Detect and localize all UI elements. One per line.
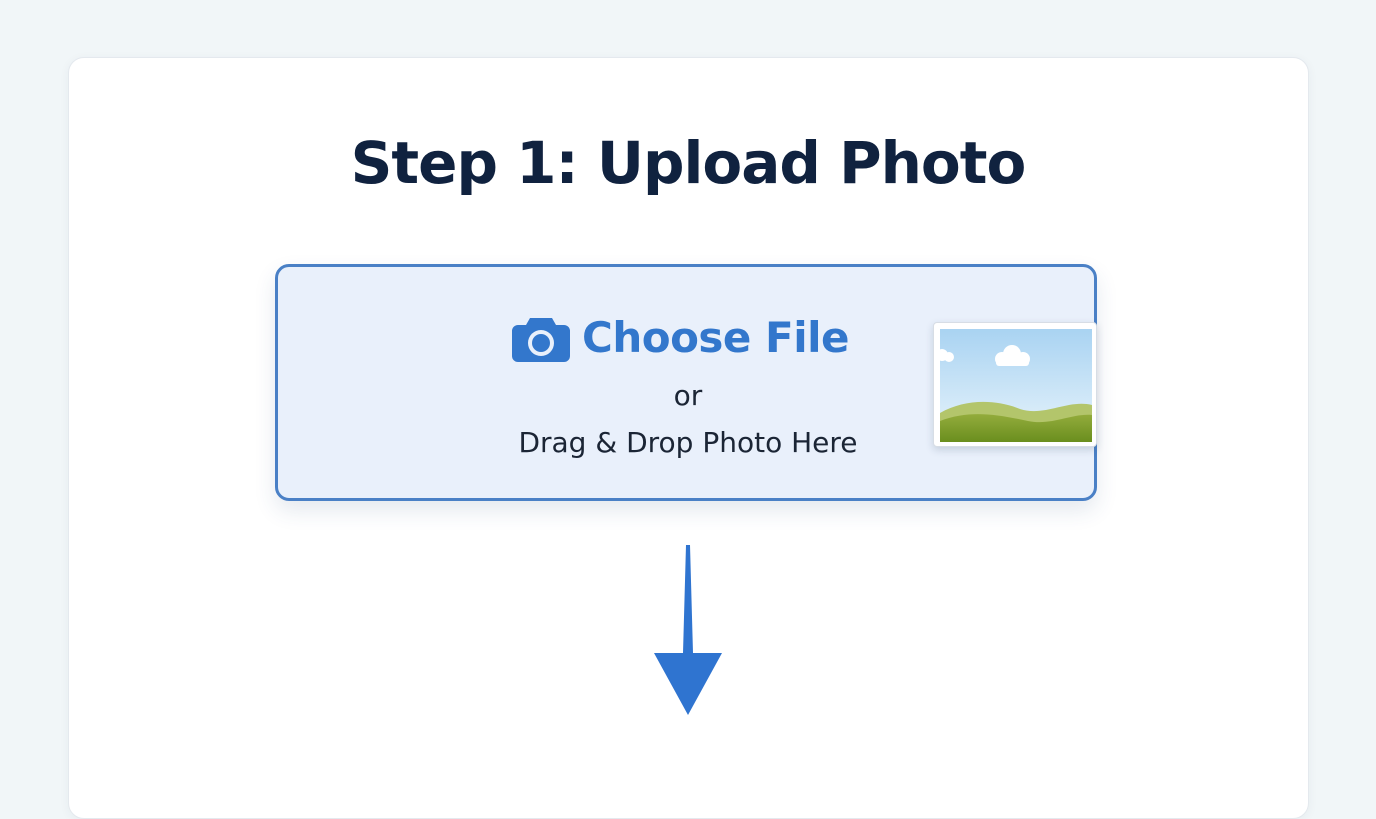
page-title: Step 1: Upload Photo bbox=[350, 129, 1027, 197]
or-separator-text: or bbox=[673, 379, 703, 412]
photo-preview-thumbnail bbox=[933, 322, 1097, 447]
arrow-down-icon bbox=[654, 545, 722, 715]
camera-icon bbox=[512, 318, 570, 362]
choose-file-label: Choose File bbox=[582, 313, 850, 362]
drag-drop-instruction: Drag & Drop Photo Here bbox=[518, 426, 858, 459]
landscape-image-icon bbox=[940, 329, 1092, 442]
choose-file-button[interactable]: Choose File bbox=[512, 308, 850, 368]
